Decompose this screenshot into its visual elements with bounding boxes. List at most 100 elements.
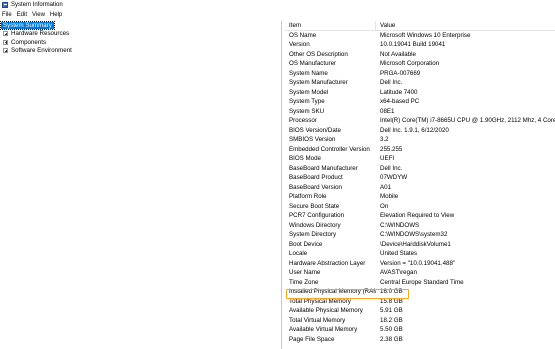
row-value: Latitude 7400	[380, 88, 418, 96]
row-item: Secure Boot State	[289, 202, 340, 210]
table-row[interactable]: Total Physical Memory 15.8 GB	[285, 297, 555, 307]
row-item: Time Zone	[289, 278, 319, 286]
row-value: Microsoft Corporation	[380, 60, 440, 68]
expand-icon[interactable]	[3, 31, 8, 37]
tree-item-components[interactable]: Components	[0, 38, 281, 47]
row-item: System Name	[289, 69, 328, 77]
table-row[interactable]: Processor Intel(R) Core(TM) i7-8665U CPU …	[285, 116, 555, 126]
table-row[interactable]: Version 10.0.19041 Build 19041	[285, 40, 555, 50]
row-value: United States	[380, 250, 418, 258]
menu-edit[interactable]: Edit	[17, 12, 27, 18]
table-row[interactable]: OS Manufacturer Microsoft Corporation	[285, 59, 555, 69]
row-value: Dell Inc.	[380, 164, 403, 172]
table-body: OS Name Microsoft Windows 10 Enterprise Ve…	[285, 31, 555, 345]
table-row[interactable]: System Manufacturer Dell Inc.	[285, 78, 555, 88]
row-value: AVAST\regan	[380, 269, 417, 277]
row-value: 07WDYW	[380, 174, 408, 182]
row-value: \Device\HarddiskVolume1	[380, 240, 451, 248]
table-row[interactable]: SMBIOS Version 3.2	[285, 135, 555, 145]
row-item: Processor	[289, 117, 317, 125]
tree-item-system-summary[interactable]: System Summary	[0, 20, 281, 30]
table-row[interactable]: OS Name Microsoft Windows 10 Enterprise	[285, 31, 555, 41]
expand-icon[interactable]	[3, 39, 8, 45]
row-value: Intel(R) Core(TM) i7-8665U CPU @ 1.90GHz…	[380, 117, 555, 125]
table-row[interactable]: Windows Directory C:\WINDOWS	[285, 221, 555, 231]
row-value: 15.8 GB	[380, 297, 403, 305]
tree-item-hardware-resources[interactable]: Hardware Resources	[0, 30, 281, 39]
column-header-item[interactable]: Item	[285, 21, 376, 30]
row-value: C:\WINDOWS	[380, 221, 420, 229]
row-item: Available Physical Memory	[289, 307, 363, 315]
table-row[interactable]: Other OS Description Not Available	[285, 50, 555, 60]
table-row[interactable]: Installed Physical Memory (RAM) 16.0 GB	[285, 287, 555, 297]
row-item: OS Manufacturer	[289, 60, 337, 68]
table-row[interactable]: Secure Boot State On	[285, 202, 555, 212]
row-value: 5.50 GB	[380, 326, 403, 334]
table-row[interactable]: System SKU 08E1	[285, 107, 555, 117]
menu-file[interactable]: File	[2, 12, 12, 18]
row-item: System Type	[289, 98, 325, 106]
table-row[interactable]: System Name PRGA-007669	[285, 69, 555, 79]
table-row[interactable]: Time Zone Central Europe Standard Time	[285, 278, 555, 288]
table-row[interactable]: Total Virtual Memory 18.2 GB	[285, 316, 555, 326]
row-item: User Name	[289, 269, 321, 277]
menu-bar: File Edit View Help	[0, 10, 555, 19]
row-item: PCR7 Configuration	[289, 212, 345, 220]
row-item: Windows Directory	[289, 221, 341, 229]
table-row[interactable]: System Type x64-based PC	[285, 97, 555, 107]
tree-item-label: Hardware Resources	[11, 30, 70, 38]
table-row[interactable]: System Model Latitude 7400	[285, 88, 555, 98]
row-item: System Manufacturer	[289, 79, 348, 87]
row-value: Elevation Required to View	[380, 212, 455, 220]
row-value: Central Europe Standard Time	[380, 278, 464, 286]
expand-icon[interactable]	[3, 48, 8, 54]
row-value: On	[380, 202, 389, 210]
table-row[interactable]: Hardware Abstraction Layer Version = "10.…	[285, 259, 555, 269]
window-title: System Information	[11, 2, 63, 8]
row-value: PRGA-007669	[380, 69, 421, 77]
row-item: Installed Physical Memory (RAM)	[289, 288, 376, 296]
table-row[interactable]: System Directory C:\WINDOWS\system32	[285, 230, 555, 240]
table-row[interactable]: BaseBoard Version A01	[285, 183, 555, 193]
row-item: System Model	[289, 88, 329, 96]
row-value: Dell Inc. 1.9.1, 6/12/2020	[380, 126, 449, 134]
menu-view[interactable]: View	[32, 12, 45, 18]
row-value: Not Available	[380, 50, 417, 58]
row-item: Hardware Abstraction Layer	[289, 259, 366, 267]
table-header: Item Value	[285, 21, 555, 31]
row-value: 2.38 GB	[380, 335, 403, 343]
row-value: 3.2	[380, 136, 389, 144]
row-value: 16.0 GB	[380, 288, 403, 296]
row-value: Microsoft Windows 10 Enterprise	[380, 31, 471, 39]
table-row[interactable]: Page File Space 2.38 GB	[285, 335, 555, 345]
table-row[interactable]: BIOS Mode UEFI	[285, 154, 555, 164]
title-bar: System Information	[0, 0, 555, 10]
row-item: Available Virtual Memory	[289, 326, 358, 334]
table-row[interactable]: User Name AVAST\regan	[285, 268, 555, 278]
table-row[interactable]: BaseBoard Product 07WDYW	[285, 173, 555, 183]
table-row[interactable]: Platform Role Mobile	[285, 192, 555, 202]
row-item: Embedded Controller Version	[289, 145, 370, 153]
table-row[interactable]: BaseBoard Manufacturer Dell Inc.	[285, 164, 555, 174]
row-value: Dell Inc.	[380, 79, 403, 87]
row-item: BaseBoard Manufacturer	[289, 164, 358, 172]
table-row[interactable]: Boot Device \Device\HarddiskVolume1	[285, 240, 555, 250]
table-row[interactable]: Available Virtual Memory 5.50 GB	[285, 325, 555, 335]
row-item: Platform Role	[289, 193, 327, 201]
row-item: SMBIOS Version	[289, 136, 336, 144]
table-row[interactable]: Embedded Controller Version 255.255	[285, 145, 555, 155]
table-row[interactable]: Locale United States	[285, 249, 555, 259]
system-info-icon	[2, 2, 8, 8]
table-row[interactable]: BIOS Version/Date Dell Inc. 1.9.1, 6/12/2…	[285, 126, 555, 136]
tree-item-label: System Summary	[0, 20, 55, 30]
tree-item-software-environment[interactable]: Software Environment	[0, 47, 281, 56]
row-value: 10.0.19041 Build 19041	[380, 41, 446, 49]
table-row[interactable]: PCR7 Configuration Elevation Required to …	[285, 211, 555, 221]
column-header-value[interactable]: Value	[376, 22, 395, 29]
row-value: 255.255	[380, 145, 403, 153]
row-item: Locale	[289, 250, 308, 258]
menu-help[interactable]: Help	[50, 12, 62, 18]
table-row[interactable]: Available Physical Memory 5.91 GB	[285, 306, 555, 316]
row-item: OS Name	[289, 31, 317, 39]
row-value: x64-based PC	[380, 98, 420, 106]
